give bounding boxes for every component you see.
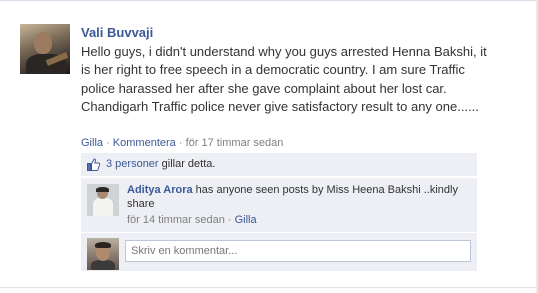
likes-suffix: gillar detta. xyxy=(158,158,216,170)
likes-summary: 3 personer gillar detta. xyxy=(106,158,215,170)
comment-input[interactable] xyxy=(125,240,471,262)
comment-timestamp[interactable]: för 14 timmar sedan xyxy=(127,214,225,226)
comment-author-name[interactable]: Aditya Arora xyxy=(127,184,193,196)
thumbs-up-icon xyxy=(87,158,100,171)
post-author-name[interactable]: Vali Buvvaji xyxy=(81,25,153,40)
comment-meta: för 14 timmar sedan · Gilla xyxy=(127,214,257,226)
separator: · xyxy=(224,214,235,226)
separator: · xyxy=(103,137,113,149)
comment-body: Aditya Arora has anyone seen posts by Mi… xyxy=(127,183,467,211)
comment-item: Aditya Arora has anyone seen posts by Mi… xyxy=(81,177,477,232)
top-divider xyxy=(0,0,538,1)
post-message: Hello guys, i didn't understand why you … xyxy=(81,44,487,114)
post-author-avatar[interactable] xyxy=(20,24,70,74)
bottom-divider xyxy=(0,287,538,288)
comment-link[interactable]: Kommentera xyxy=(113,137,176,149)
viewer-avatar xyxy=(87,238,119,270)
post-actions: Gilla · Kommentera · för 17 timmar sedan xyxy=(81,137,283,149)
like-link[interactable]: Gilla xyxy=(81,137,103,149)
likes-row: 3 personer gillar detta. xyxy=(81,153,477,176)
separator: · xyxy=(175,137,186,149)
comment-composer xyxy=(81,232,477,271)
likers-link[interactable]: 3 personer xyxy=(106,158,159,170)
comment-author-avatar[interactable] xyxy=(87,184,119,216)
comment-like-link[interactable]: Gilla xyxy=(235,214,257,226)
post-timestamp[interactable]: för 17 timmar sedan xyxy=(186,137,284,149)
